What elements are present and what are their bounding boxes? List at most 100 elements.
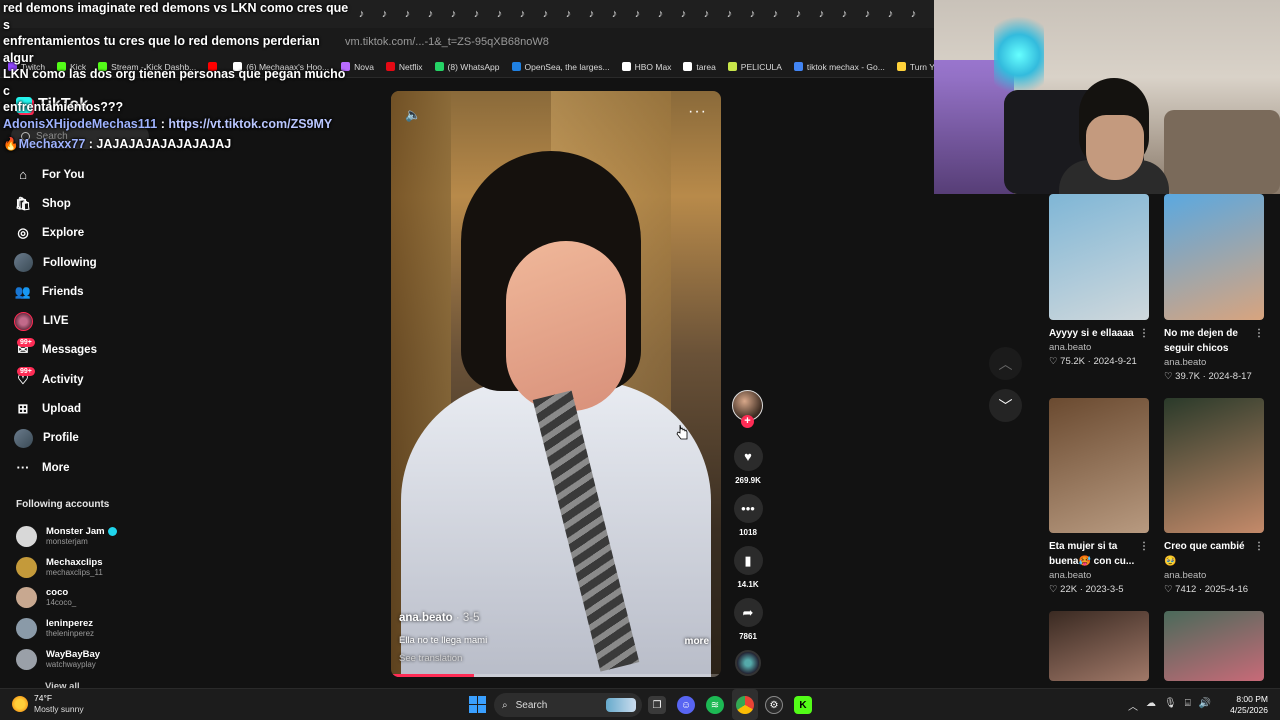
sidebar-item-friends[interactable]: 👥 Friends <box>14 277 164 306</box>
sidebar-item-explore[interactable]: ◎ Explore <box>14 219 164 248</box>
browser-tab-tiktok-icon[interactable]: ♪ <box>856 4 879 24</box>
browser-tab-tiktok-icon[interactable]: ♪ <box>626 4 649 24</box>
settings-gear-icon[interactable]: ⚙ <box>765 696 783 714</box>
spotify-icon[interactable]: ≋ <box>706 696 724 714</box>
sidebar-item-shop[interactable]: 🛍 Shop <box>14 189 164 218</box>
following-account[interactable]: coco 14coco_ <box>16 583 166 614</box>
sidebar-item-live[interactable]: LIVE <box>14 306 164 335</box>
browser-tab-tiktok-icon[interactable]: ♪ <box>695 4 718 24</box>
like-action[interactable]: ♥ 269.9K <box>733 442 763 485</box>
browser-tab-tiktok-icon[interactable]: ♪ <box>557 4 580 24</box>
task-view-icon[interactable]: ❐ <box>648 696 666 714</box>
browser-tab-tiktok-icon[interactable]: ♪ <box>465 4 488 24</box>
caption-more-button[interactable]: more <box>685 636 709 647</box>
browser-tab-tiktok-icon[interactable]: ♪ <box>350 4 373 24</box>
kebab-menu-icon[interactable]: ⋮ <box>1254 326 1264 341</box>
browser-tab-tiktok-icon[interactable]: ♪ <box>511 4 534 24</box>
sidebar-item-activity[interactable]: ♡ 99+ Activity <box>14 365 164 394</box>
recommended-video[interactable]: Creo que cambié 🥹 ⋮ ana.beato ♡ 7412 · 2025… <box>1164 398 1264 597</box>
sidebar-item-following[interactable]: Following <box>14 248 164 277</box>
following-account[interactable]: Monster Jam monsterjam <box>16 521 166 552</box>
browser-tab-tiktok-icon[interactable]: ♪ <box>810 4 833 24</box>
weather-widget[interactable]: 74°F Mostly sunny <box>12 693 84 715</box>
microphone-icon[interactable]: 🎙 <box>1164 698 1177 713</box>
browser-tab-tiktok-icon[interactable]: ♪ <box>787 4 810 24</box>
save-action[interactable]: ▮ 14.1K <box>733 546 763 589</box>
bookmark-item[interactable]: tiktok mechax - Go... <box>793 62 885 72</box>
music-disc-icon[interactable] <box>735 650 761 676</box>
recommended-video-title[interactable]: Eta mujer si ta buena🥵 con cu... ⋮ <box>1049 539 1149 569</box>
bookmark-item[interactable]: tarea <box>683 62 716 72</box>
browser-tab-tiktok-icon[interactable]: ♪ <box>442 4 465 24</box>
following-account[interactable]: leninperez theleninperez <box>16 613 166 644</box>
share-icon[interactable]: ➦ <box>733 598 763 627</box>
browser-tab-tiktok-icon[interactable]: ♪ <box>879 4 902 24</box>
taskbar-clock[interactable]: 8:00 PM 4/25/2026 <box>1208 694 1268 716</box>
video-thumbnail[interactable] <box>1049 398 1149 533</box>
taskbar-search[interactable]: ⌕ Search <box>494 693 642 717</box>
recommended-video[interactable] <box>1049 611 1149 681</box>
previous-video-button[interactable]: ︿ <box>989 347 1022 380</box>
video-author[interactable]: ana.beato · 3-5 <box>399 612 480 624</box>
recommended-video[interactable]: No me dejen de seguir chicos ⋮ ana.beato ♡ … <box>1164 194 1264 384</box>
following-account[interactable]: Mechaxclips mechaxclips_11 <box>16 552 166 583</box>
recommended-video-author[interactable]: ana.beato <box>1049 569 1149 583</box>
volume-icon[interactable]: 🔈 <box>405 107 421 123</box>
browser-tab-tiktok-icon[interactable]: ♪ <box>396 4 419 24</box>
browser-tab-tiktok-icon[interactable]: ♪ <box>833 4 856 24</box>
video-thumbnail[interactable] <box>1164 194 1264 320</box>
sidebar-item-profile[interactable]: Profile <box>14 424 164 453</box>
recommended-video-title[interactable]: Creo que cambié 🥹 ⋮ <box>1164 539 1264 569</box>
network-icon[interactable]: ⌸ <box>1185 698 1191 713</box>
bookmark-item[interactable]: PELICULA <box>727 62 782 72</box>
video-thumbnail[interactable] <box>1049 611 1149 681</box>
video-progress-bar[interactable] <box>391 674 721 677</box>
browser-tab-tiktok-icon[interactable]: ♪ <box>534 4 557 24</box>
bookmark-item[interactable]: HBO Max <box>621 62 671 72</box>
kebab-menu-icon[interactable]: ⋮ <box>1139 539 1149 554</box>
comment-action[interactable]: ••• 1018 <box>733 494 763 537</box>
see-translation-link[interactable]: See translation <box>399 653 462 664</box>
recommended-video[interactable] <box>1164 611 1264 681</box>
tray-overflow-icon[interactable]: ︿ <box>1128 698 1138 713</box>
browser-tab-tiktok-icon[interactable]: ♪ <box>902 4 925 24</box>
video-thumbnail[interactable] <box>1049 194 1149 320</box>
recommended-video-author[interactable]: ana.beato <box>1049 341 1149 355</box>
browser-tab-tiktok-icon[interactable]: ♪ <box>373 4 396 24</box>
bookmark-item[interactable]: OpenSea, the larges... <box>511 62 610 72</box>
browser-tab-tiktok-icon[interactable]: ♪ <box>603 4 626 24</box>
browser-tab-tiktok-icon[interactable]: ♪ <box>672 4 695 24</box>
sidebar-item-upload[interactable]: ⊞ Upload <box>14 394 164 423</box>
follow-plus-icon[interactable]: + <box>741 415 754 428</box>
chrome-icon[interactable] <box>736 696 754 714</box>
recommended-video-author[interactable]: ana.beato <box>1164 356 1264 370</box>
browser-tab-tiktok-icon[interactable]: ♪ <box>718 4 741 24</box>
video-options-icon[interactable]: ··· <box>688 103 707 121</box>
browser-tab-tiktok-icon[interactable]: ♪ <box>419 4 442 24</box>
browser-tab-tiktok-icon[interactable]: ♪ <box>488 4 511 24</box>
sidebar-item-messages[interactable]: ✉ 99+ Messages <box>14 336 164 365</box>
bookmark-item[interactable]: (8) WhatsApp <box>434 62 500 72</box>
share-action[interactable]: ➦ 7861 <box>733 598 763 641</box>
browser-tab-tiktok-icon[interactable]: ♪ <box>764 4 787 24</box>
following-account[interactable]: WayBayBay watchwayplay <box>16 644 166 675</box>
comment-icon[interactable]: ••• <box>733 494 763 523</box>
discord-icon[interactable]: ☺ <box>677 696 695 714</box>
recommended-video[interactable]: Ayyyy si e ellaaaa ⋮ ana.beato ♡ 75.2K · 20… <box>1049 194 1149 369</box>
chat-link[interactable]: https://vt.tiktok.com/ZS9MY <box>168 117 332 131</box>
recommended-video-title[interactable]: Ayyyy si e ellaaaa ⋮ <box>1049 326 1149 341</box>
video-author-name[interactable]: ana.beato <box>399 612 453 624</box>
video-thumbnail[interactable] <box>1164 611 1264 681</box>
bookmark-icon[interactable]: ▮ <box>733 546 763 575</box>
heart-icon[interactable]: ♥ <box>733 442 763 471</box>
recommended-video[interactable]: Eta mujer si ta buena🥵 con cu... ⋮ ana.bea… <box>1049 398 1149 597</box>
next-video-button[interactable]: ﹀ <box>989 389 1022 422</box>
sidebar-item-for-you[interactable]: ⌂ For You <box>14 160 164 189</box>
bookmark-item[interactable]: Turn You <box>896 62 934 72</box>
browser-tab-tiktok-icon[interactable]: ♪ <box>741 4 764 24</box>
recommended-video-author[interactable]: ana.beato <box>1164 569 1264 583</box>
browser-tab-tiktok-icon[interactable]: ♪ <box>580 4 603 24</box>
browser-tab-tiktok-icon[interactable]: ♪ <box>649 4 672 24</box>
windows-start-icon[interactable] <box>469 696 486 713</box>
kebab-menu-icon[interactable]: ⋮ <box>1254 539 1264 554</box>
